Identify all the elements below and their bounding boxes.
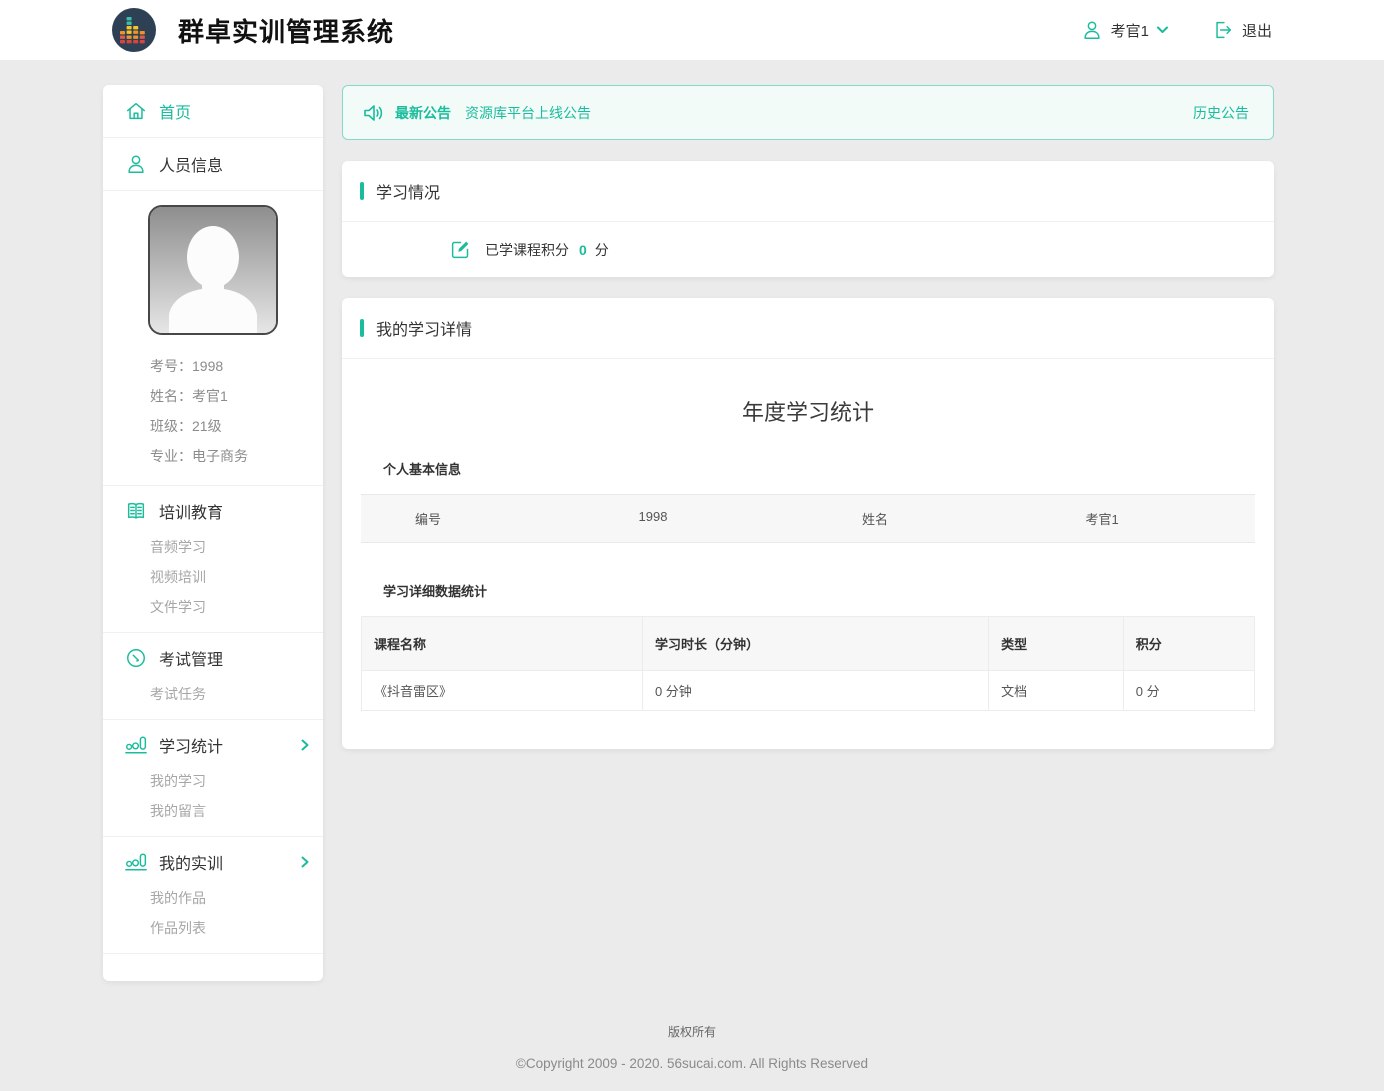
announcement-bar: 最新公告 资源库平台上线公告 历史公告 [342, 85, 1274, 140]
accent-bar [360, 182, 364, 200]
column-header-duration: 学习时长（分钟） [643, 617, 989, 670]
sidebar: 首页 人员信息 考号：1998 [103, 85, 323, 981]
table-row: 《抖音雷区》 0 分钟 文档 0 分 [362, 670, 1254, 710]
announcement-tag: 最新公告 [395, 103, 451, 123]
sidebar-item-label: 人员信息 [159, 152, 223, 176]
study-status-header: 学习情况 [342, 161, 1274, 222]
chevron-right-icon [301, 739, 309, 751]
basic-info-row: 编号 1998 姓名 考官1 [361, 494, 1255, 543]
study-detail-table: 课程名称 学习时长（分钟） 类型 积分 《抖音雷区》 0 分钟 文档 0 分 [361, 616, 1255, 711]
sidebar-item-home[interactable]: 首页 [103, 85, 323, 138]
score-value: 0 [579, 242, 587, 258]
profile-field-major: 专业：电子商务 [150, 441, 313, 471]
top-header: 群卓实训管理系统 考官1 退出 [0, 0, 1384, 60]
logout-label: 退出 [1242, 20, 1272, 41]
sidebar-group-label: 考试管理 [159, 646, 223, 670]
cell-duration: 0 分钟 [643, 671, 989, 710]
column-header-score: 积分 [1124, 617, 1254, 670]
study-status-panel: 学习情况 已学课程积分 0 分 [342, 161, 1274, 277]
sidebar-item-my-works[interactable]: 我的作品 [103, 883, 323, 913]
score-unit: 分 [595, 240, 609, 260]
profile-fields: 考号：1998 姓名：考官1 班级：21级 专业：电子商务 [103, 351, 323, 485]
sidebar-group-label: 学习统计 [159, 733, 223, 757]
course-score-row: 已学课程积分 0 分 [342, 222, 1274, 277]
basic-info-label: 个人基本信息 [361, 459, 1255, 478]
user-name: 考官1 [1111, 20, 1149, 41]
chevron-right-icon [301, 856, 309, 868]
user-menu[interactable]: 考官1 [1081, 19, 1168, 41]
chevron-down-icon [1157, 26, 1168, 34]
app-logo-equalizer-icon [112, 8, 156, 52]
person-icon [125, 153, 147, 175]
main-content: 最新公告 资源库平台上线公告 历史公告 学习情况 已学课程积分 0 分 [342, 85, 1274, 749]
chart-icon [125, 734, 147, 756]
home-icon [125, 100, 147, 122]
cell-type: 文档 [989, 671, 1124, 710]
sidebar-group-label: 我的实训 [159, 850, 223, 874]
sidebar-group-training: 培训教育 音频学习 视频培训 文件学习 [103, 485, 323, 632]
column-header-type: 类型 [989, 617, 1124, 670]
sidebar-group-my-practice-header[interactable]: 我的实训 [103, 837, 323, 883]
panel-title: 学习情况 [376, 179, 440, 203]
edit-icon [450, 239, 471, 260]
sidebar-item-profile[interactable]: 人员信息 [103, 138, 323, 191]
sidebar-bottom-pad [103, 953, 323, 967]
avatar [148, 205, 278, 335]
footer-copyright-en: ©Copyright 2009 - 2020. 56sucai.com. All… [0, 1056, 1384, 1071]
score-label: 已学课程积分 [485, 240, 569, 260]
sidebar-group-training-header[interactable]: 培训教育 [103, 486, 323, 532]
table-header-row: 课程名称 学习时长（分钟） 类型 积分 [362, 617, 1254, 670]
sidebar-item-label: 首页 [159, 99, 191, 123]
sidebar-group-label: 培训教育 [159, 499, 223, 523]
logout-icon [1212, 19, 1234, 41]
column-header-course: 课程名称 [362, 617, 643, 670]
page-footer: 版权所有 ©Copyright 2009 - 2020. 56sucai.com… [0, 981, 1384, 1091]
sidebar-item-file-study[interactable]: 文件学习 [103, 592, 323, 622]
sidebar-group-exam: 考试管理 考试任务 [103, 632, 323, 719]
panel-title: 我的学习详情 [376, 316, 472, 340]
app-title: 群卓实训管理系统 [178, 12, 394, 49]
profile-field-exam-no: 考号：1998 [150, 351, 313, 381]
cell-score: 0 分 [1124, 671, 1254, 710]
clock-icon [125, 647, 147, 669]
info-value-name: 考官1 [1032, 495, 1256, 542]
study-detail-panel: 我的学习详情 年度学习统计 个人基本信息 编号 1998 姓名 考官1 学习详细… [342, 298, 1274, 749]
sidebar-item-my-study[interactable]: 我的学习 [103, 766, 323, 796]
sidebar-group-study-stats: 学习统计 我的学习 我的留言 [103, 719, 323, 836]
annual-stats-title: 年度学习统计 [361, 395, 1255, 427]
sidebar-group-study-stats-header[interactable]: 学习统计 [103, 720, 323, 766]
sidebar-group-exam-header[interactable]: 考试管理 [103, 633, 323, 679]
sidebar-item-works-list[interactable]: 作品列表 [103, 913, 323, 943]
study-detail-header: 我的学习详情 [342, 298, 1274, 359]
footer-copyright-cn: 版权所有 [0, 1023, 1384, 1040]
info-key-id: 编号 [361, 495, 585, 542]
info-value-id: 1998 [585, 495, 809, 542]
profile-field-class: 班级：21级 [150, 411, 313, 441]
sidebar-item-audio-study[interactable]: 音频学习 [103, 532, 323, 562]
sidebar-item-video-training[interactable]: 视频培训 [103, 562, 323, 592]
history-announcements-link[interactable]: 历史公告 [1193, 103, 1249, 123]
accent-bar [360, 319, 364, 337]
cell-course-name: 《抖音雷区》 [362, 671, 643, 710]
sidebar-item-my-messages[interactable]: 我的留言 [103, 796, 323, 826]
profile-field-name: 姓名：考官1 [150, 381, 313, 411]
info-key-name: 姓名 [808, 495, 1032, 542]
chart-icon [125, 851, 147, 873]
speaker-icon [361, 101, 385, 125]
user-icon [1081, 19, 1103, 41]
book-icon [125, 500, 147, 522]
logout-button[interactable]: 退出 [1212, 19, 1272, 41]
detail-stats-label: 学习详细数据统计 [361, 581, 1255, 600]
announcement-link[interactable]: 资源库平台上线公告 [465, 103, 591, 123]
sidebar-item-exam-task[interactable]: 考试任务 [103, 679, 323, 709]
sidebar-group-my-practice: 我的实训 我的作品 作品列表 [103, 836, 323, 953]
